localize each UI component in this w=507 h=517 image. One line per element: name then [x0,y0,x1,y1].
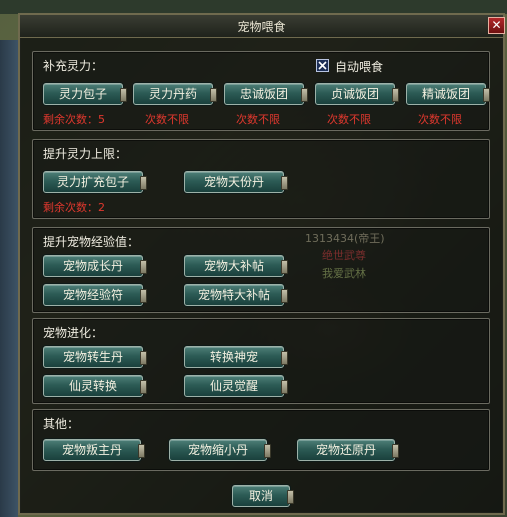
pet-betray-pill-button[interactable]: 宠物叛主丹 [43,439,145,461]
remaining-count-expand: 剩余次数：2 [43,201,105,214]
button-label: 仙灵觉醒 [209,379,258,393]
button-label: 宠物特大补帖 [197,288,270,302]
section-other-title: 其他： [43,417,80,431]
buy-spirit-bun-button[interactable]: 灵力包子 [43,83,127,105]
button-label: 宠物转生丹 [62,350,123,364]
window-title: 宠物喂食 [237,20,286,34]
button-label: 宠物成长丹 [62,259,123,273]
pet-shrink-pill-button[interactable]: 宠物缩小丹 [169,439,271,461]
section-raise-limit-title: 提升灵力上限： [43,147,128,161]
button-label: 取消 [248,489,273,503]
section-raise-limit: 提升灵力上限： 灵力扩充包子 宠物天份丹 剩余次数：2 [32,139,490,219]
button-label: 宠物经验符 [62,288,123,302]
button-label: 精诚饭团 [421,87,470,101]
buy-spirit-pill-button[interactable]: 灵力丹药 [133,83,217,105]
pet-rebirth-pill-button[interactable]: 宠物转生丹 [43,346,147,368]
fairy-spirit-convert-button[interactable]: 仙灵转换 [43,375,147,397]
count-sincere-riceball: 次数不限 [418,113,462,126]
scene-top-strip [0,0,507,14]
checkmark-icon [318,61,327,70]
section-experience: 提升宠物经验值： 宠物成长丹 宠物大补帖 宠物经验符 宠物特大补帖 [32,227,490,313]
count-faithful-riceball: 次数不限 [327,113,371,126]
button-label: 宠物叛主丹 [61,443,122,457]
pet-restore-pill-button[interactable]: 宠物还原丹 [297,439,399,461]
fairy-spirit-awaken-button[interactable]: 仙灵觉醒 [184,375,288,397]
section-other: 其他： 宠物叛主丹 宠物缩小丹 宠物还原丹 [32,409,490,471]
titlebar: 宠物喂食 ✕ [20,15,505,38]
button-label: 宠物大补帖 [203,259,264,273]
loyalty-riceball-button[interactable]: 忠诚饭团 [224,83,308,105]
button-label: 转换神宠 [209,350,258,364]
remaining-count-spirit-bun: 剩余次数：5 [43,113,105,126]
pet-growth-pill-button[interactable]: 宠物成长丹 [43,255,147,277]
button-label: 灵力包子 [58,87,107,101]
button-label: 宠物天份丹 [203,175,264,189]
section-evolve: 宠物进化： 宠物转生丹 转换神宠 仙灵转换 仙灵觉醒 [32,318,490,404]
auto-feed-label: 自动喂食 [335,60,384,74]
button-label: 灵力丹药 [148,87,197,101]
pet-talent-pill-button[interactable]: 宠物天份丹 [184,171,288,193]
pet-super-tonic-button[interactable]: 宠物特大补帖 [184,284,288,306]
button-label: 灵力扩充包子 [56,175,129,189]
count-spirit-pill: 次数不限 [145,113,189,126]
convert-divine-pet-button[interactable]: 转换神宠 [184,346,288,368]
button-label: 贞诚饭团 [330,87,379,101]
faithful-riceball-button[interactable]: 贞诚饭团 [315,83,399,105]
button-label: 宠物还原丹 [315,443,376,457]
section-experience-title: 提升宠物经验值： [43,235,140,249]
sincere-riceball-button[interactable]: 精诚饭团 [406,83,490,105]
pet-tonic-button[interactable]: 宠物大补帖 [184,255,288,277]
pet-exp-charm-button[interactable]: 宠物经验符 [43,284,147,306]
close-button[interactable]: ✕ [488,17,505,34]
count-loyalty-riceball: 次数不限 [236,113,280,126]
button-label: 宠物缩小丹 [187,443,248,457]
button-label: 忠诚饭团 [239,87,288,101]
pet-feeding-window: 宠物喂食 ✕ 1313434(帝王) 绝世武尊 我爱武林 补充灵力： 自动喂食 … [18,13,505,515]
section-replenish: 补充灵力： 自动喂食 灵力包子 灵力丹药 忠诚饭团 贞诚饭团 精诚饭团 剩余次数… [32,51,490,131]
spirit-expand-bun-button[interactable]: 灵力扩充包子 [43,171,147,193]
button-label: 仙灵转换 [68,379,117,393]
section-replenish-title: 补充灵力： [43,59,104,73]
scene-left-strip [0,40,18,517]
cancel-button[interactable]: 取消 [232,485,294,507]
auto-feed-checkbox[interactable] [316,59,329,72]
section-evolve-title: 宠物进化： [43,326,104,340]
